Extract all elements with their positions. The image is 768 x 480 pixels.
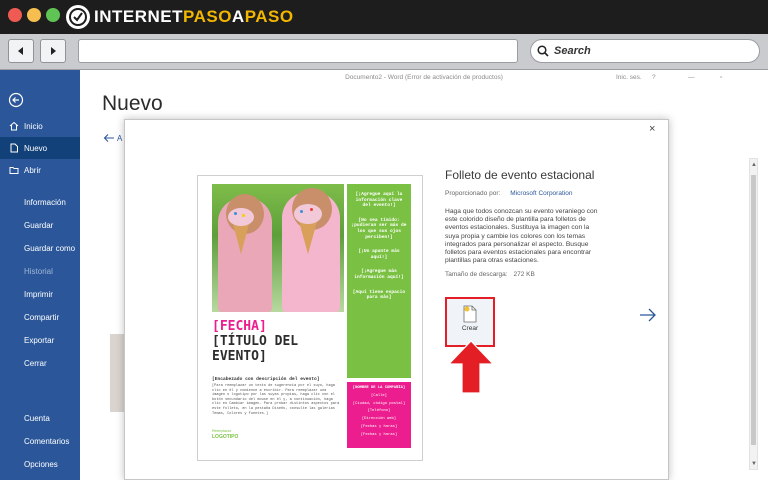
scroll-up-icon[interactable]: ▲ [751,162,757,168]
template-thumbnail-peek[interactable] [110,334,124,412]
flyer-pink-column: [NOMBRE DE LA COMPAÑÍA] [Calle] [Ciudad,… [347,382,411,448]
back-arrow-icon [18,47,23,55]
sign-in-link[interactable]: Inic. ses. [616,74,642,81]
flyer-green-column: [¡Agregue aquí la información clave del … [347,184,411,378]
scroll-down-icon[interactable]: ▼ [751,461,757,467]
sidebar-item-informacion[interactable]: Información [0,191,80,213]
sidebar-item-cuenta[interactable]: Cuenta [0,407,80,429]
browser-back-button[interactable] [8,39,34,63]
download-size-row: Tamaño de descarga: 272 KB [445,271,535,279]
sidebar-item-imprimir[interactable]: Imprimir [0,283,80,305]
template-preview-image: [¡Agregue aquí la información clave del … [197,175,423,461]
document-title: Documento2 - Word (Error de activación d… [345,74,503,81]
template-description: Haga que todos conozcan su evento verani… [445,208,598,265]
provider-name: Microsoft Corporation [510,190,573,197]
new-document-icon [10,143,18,153]
site-logo: INTERNETPASOAPASO [66,5,294,29]
next-template-arrow-icon[interactable] [639,307,657,323]
sidebar-item-opciones[interactable]: Opciones [0,453,80,475]
home-icon [9,121,19,131]
browser-search-input[interactable]: Search [530,39,760,63]
back-link-icon[interactable] [103,133,115,143]
browser-title-bar: INTERNETPASOAPASO [0,0,768,34]
backstage-sidebar: Inicio Nuevo Abrir Información Guardar G… [0,70,80,480]
address-bar[interactable] [78,39,518,63]
red-pointer-arrow-icon [448,340,494,394]
flyer-title: [TÍTULO DEL EVENTO] [212,334,299,364]
template-title: Folleto de evento estacional [445,168,595,182]
flyer-photo [212,184,344,312]
page-title: Nuevo [102,92,163,115]
close-window-button[interactable] [8,8,22,22]
help-button[interactable]: ? [652,74,656,81]
search-placeholder: Search [554,45,591,57]
forward-arrow-icon [51,47,56,55]
flyer-subheading: [Encabezado con descripción del evento] [212,377,320,382]
vertical-scrollbar[interactable]: ▲ ▼ [749,158,758,470]
sidebar-item-compartir[interactable]: Compartir [0,306,80,328]
logo-mark-icon [66,5,90,29]
browser-toolbar: Search [0,34,768,70]
logo-text: INTERNETPASOAPASO [94,7,294,26]
flyer-date: [FECHA] [212,319,267,334]
flyer-body-text: [Para reemplazar un texto de sugerencia … [212,384,340,416]
restore-button[interactable]: ▫ [720,74,722,81]
sidebar-item-cerrar[interactable]: Cerrar [0,352,80,374]
minimize-window-button[interactable] [27,8,41,22]
sidebar-item-nuevo[interactable]: Nuevo [0,137,80,159]
sidebar-item-guardar-como[interactable]: Guardar como [0,237,80,259]
scrollbar-thumb[interactable] [751,175,756,445]
close-icon[interactable]: × [649,123,655,135]
sidebar-item-comentarios[interactable]: Comentarios [0,430,80,452]
template-info: Folleto de evento estacional Proporciona… [445,168,605,278]
sidebar-item-historial: Historial [24,266,53,276]
minimize-button[interactable]: — [688,74,695,81]
back-link-text[interactable]: A [117,134,122,143]
template-preview-dialog: × [¡Agregue aquí la información clave de… [124,119,669,480]
flyer-logo: Reemplazar LOGOTIPO [212,429,239,440]
sidebar-item-inicio[interactable]: Inicio [0,115,80,137]
browser-forward-button[interactable] [40,39,66,63]
back-circle-icon[interactable] [8,92,24,108]
new-document-icon [463,305,477,323]
provider-row: Proporcionado por: Microsoft Corporation [445,190,573,197]
folder-open-icon [9,167,19,174]
sidebar-item-exportar[interactable]: Exportar [0,329,80,351]
maximize-window-button[interactable] [46,8,60,22]
sidebar-item-abrir[interactable]: Abrir [0,159,80,181]
sidebar-item-guardar[interactable]: Guardar [0,214,80,236]
search-icon [537,45,549,57]
